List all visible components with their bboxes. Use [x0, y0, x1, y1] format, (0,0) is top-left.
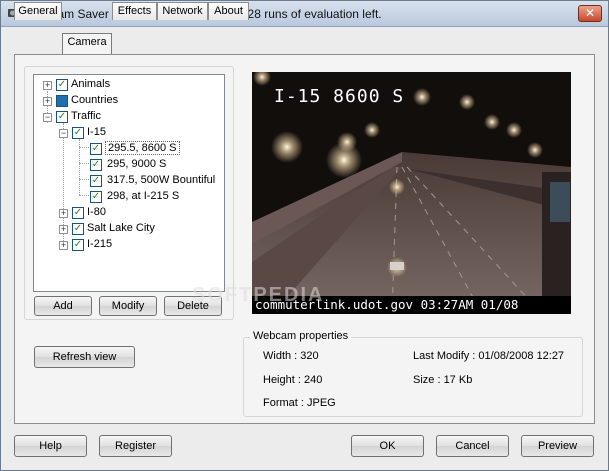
tree-label-traffic: Traffic — [71, 110, 101, 122]
checkbox-i80[interactable]: ✓ — [72, 207, 84, 219]
ok-button[interactable]: OK — [351, 435, 424, 457]
tab-network[interactable]: Network — [157, 2, 208, 20]
modify-button[interactable]: Modify — [99, 296, 157, 316]
webcam-properties-title: Webcam properties — [250, 330, 352, 342]
webcam-overlay-title: I-15 8600 S — [274, 86, 405, 107]
expand-icon[interactable]: + — [43, 81, 52, 90]
help-button[interactable]: Help — [14, 435, 87, 457]
checkbox-countries[interactable]: ✓ — [56, 95, 68, 107]
checkbox-cam2[interactable]: ✓ — [90, 159, 102, 171]
checkbox-animals[interactable]: ✓ — [56, 79, 68, 91]
register-button[interactable]: Register — [99, 435, 172, 457]
title-bar[interactable]: Webcam Saver - Trial version - You have … — [1, 1, 608, 27]
tree-label-cam4: 298, at I-215 S — [107, 190, 180, 202]
expand-icon[interactable]: + — [59, 225, 68, 234]
tree-label-cam1: 295.5, 8600 S — [105, 141, 180, 155]
softpedia-watermark: SOFTPEDIA — [192, 284, 325, 306]
checkbox-cam3[interactable]: ✓ — [90, 175, 102, 187]
prop-width: Width : 320 — [263, 350, 319, 362]
tab-camera[interactable]: Camera — [62, 33, 112, 54]
refresh-view-button[interactable]: Refresh view — [34, 346, 135, 368]
close-button[interactable]: ✕ — [578, 5, 602, 22]
cancel-button[interactable]: Cancel — [436, 435, 509, 457]
expand-icon[interactable]: + — [43, 97, 52, 106]
tree-label-i80: I-80 — [87, 206, 106, 218]
tree-label-countries: Countries — [71, 94, 119, 106]
checkbox-i15[interactable]: ✓ — [72, 127, 84, 139]
checkbox-cam4[interactable]: ✓ — [90, 191, 102, 203]
tab-effects[interactable]: Effects — [112, 2, 157, 20]
prop-format: Format : JPEG — [263, 397, 336, 409]
tab-general[interactable]: General — [14, 2, 62, 20]
tree-label-cam3: 317.5, 500W Bountiful — [107, 174, 216, 186]
expand-icon[interactable]: + — [59, 209, 68, 218]
camera-tree[interactable]: + ✓ Animals + ✓ Countries − ✓ Traffic − … — [33, 74, 225, 292]
tree-label-cam2: 295, 9000 S — [107, 158, 167, 170]
checkbox-traffic[interactable]: ✓ — [56, 111, 68, 123]
add-button[interactable]: Add — [34, 296, 92, 316]
expand-icon[interactable]: + — [59, 241, 68, 250]
tab-about[interactable]: About — [208, 2, 249, 20]
webcam-preview-image: I-15 8600 S commuterlink.udot.gov 03:27A… — [252, 72, 571, 314]
prop-size: Size : 17 Kb — [413, 374, 473, 386]
tree-label-slc: Salt Lake City — [87, 222, 155, 234]
tree-label-i15: I-15 — [87, 126, 106, 138]
prop-height: Height : 240 — [263, 374, 323, 386]
collapse-icon[interactable]: − — [59, 129, 68, 138]
close-icon: ✕ — [584, 6, 596, 20]
preview-button[interactable]: Preview — [521, 435, 594, 457]
prop-last-modify: Last Modify : 01/08/2008 12:27 — [413, 350, 565, 362]
checkbox-cam1[interactable]: ✓ — [90, 143, 102, 155]
collapse-icon[interactable]: − — [43, 113, 52, 122]
checkbox-i215[interactable]: ✓ — [72, 239, 84, 251]
tree-label-animals: Animals — [71, 78, 111, 90]
checkbox-slc[interactable]: ✓ — [72, 223, 84, 235]
tree-label-i215: I-215 — [87, 238, 113, 250]
